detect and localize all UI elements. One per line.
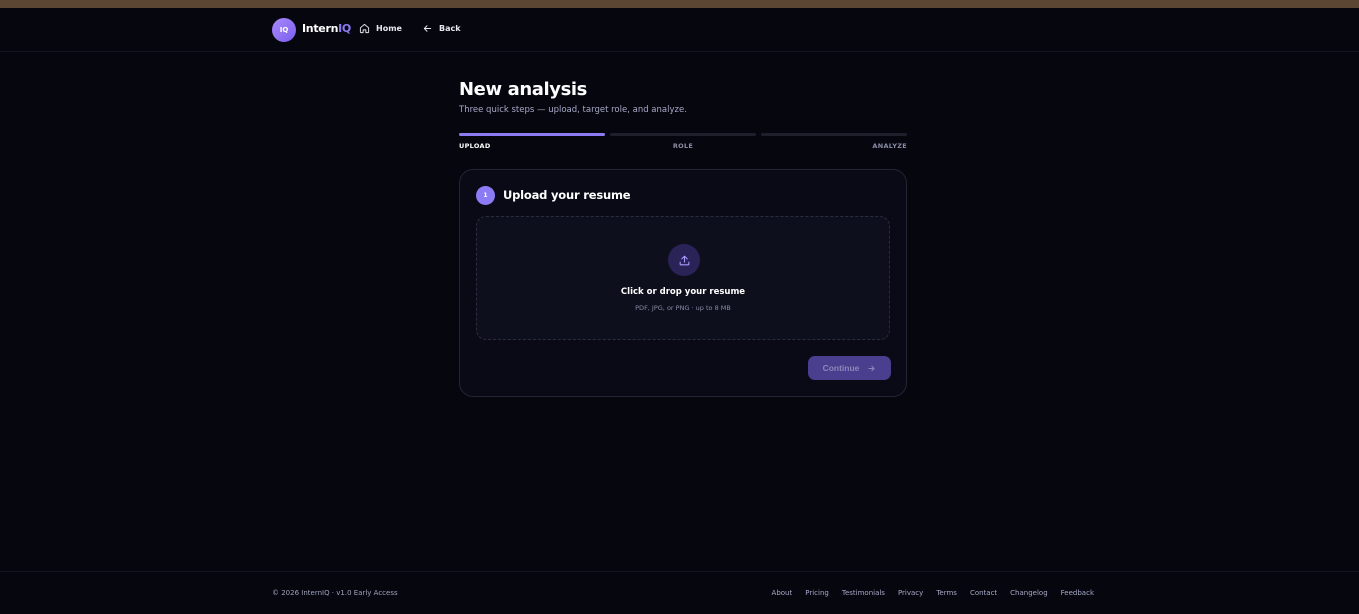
logo-badge[interactable]: IQ bbox=[272, 18, 296, 42]
nav-home-link[interactable]: Home bbox=[359, 23, 402, 34]
step-progress-role bbox=[610, 133, 756, 136]
brand-part-2: IQ bbox=[338, 22, 351, 35]
home-icon bbox=[359, 23, 370, 34]
dropzone-hint: PDF, JPG, or PNG · up to 8 MB bbox=[635, 304, 731, 312]
page-footer: © 2026 InternIQ · v1.0 Early Access Abou… bbox=[0, 571, 1359, 614]
footer-link-contact[interactable]: Contact bbox=[970, 589, 997, 597]
step-label-analyze: ANALYZE bbox=[872, 142, 907, 150]
continue-label: Continue bbox=[822, 363, 860, 373]
page-title: New analysis bbox=[459, 79, 587, 100]
card-title: Upload your resume bbox=[503, 188, 631, 202]
dropzone-title: Click or drop your resume bbox=[620, 287, 746, 297]
brand-part-1: Intern bbox=[302, 22, 339, 35]
upload-card: 1 Upload your resume Click or drop your … bbox=[459, 169, 907, 397]
nav-back-link[interactable]: Back bbox=[422, 23, 461, 34]
step-number-badge: 1 bbox=[476, 186, 495, 205]
browser-top-strip bbox=[0, 0, 1359, 8]
continue-button[interactable]: Continue bbox=[808, 356, 891, 380]
arrow-right-icon bbox=[868, 365, 875, 371]
footer-link-feedback[interactable]: Feedback bbox=[1061, 589, 1094, 597]
footer-link-privacy[interactable]: Privacy bbox=[898, 589, 923, 597]
nav-home-label: Home bbox=[376, 24, 402, 33]
step-label-upload: UPLOAD bbox=[459, 142, 491, 150]
step-progress-analyze bbox=[761, 133, 907, 136]
upload-icon bbox=[679, 255, 689, 265]
footer-link-terms[interactable]: Terms bbox=[936, 589, 957, 597]
arrow-left-icon bbox=[423, 25, 432, 32]
footer-link-about[interactable]: About bbox=[772, 589, 793, 597]
top-navbar: IQ InternIQ Home Back bbox=[0, 8, 1359, 52]
brand-name[interactable]: InternIQ bbox=[302, 22, 351, 35]
footer-copyright: © 2026 InternIQ · v1.0 Early Access bbox=[272, 589, 398, 597]
footer-link-pricing[interactable]: Pricing bbox=[805, 589, 829, 597]
resume-dropzone[interactable]: Click or drop your resume PDF, JPG, or P… bbox=[476, 216, 890, 340]
footer-link-changelog[interactable]: Changelog bbox=[1010, 589, 1047, 597]
nav-back-label: Back bbox=[439, 24, 461, 33]
step-label-role: ROLE bbox=[672, 142, 694, 150]
footer-links: About Pricing Testimonials Privacy Terms… bbox=[772, 589, 1094, 597]
upload-icon-circle bbox=[668, 244, 700, 276]
page-subtitle: Three quick steps — upload, target role,… bbox=[459, 105, 687, 115]
footer-link-testimonials[interactable]: Testimonials bbox=[842, 589, 885, 597]
step-progress-upload bbox=[459, 133, 605, 136]
